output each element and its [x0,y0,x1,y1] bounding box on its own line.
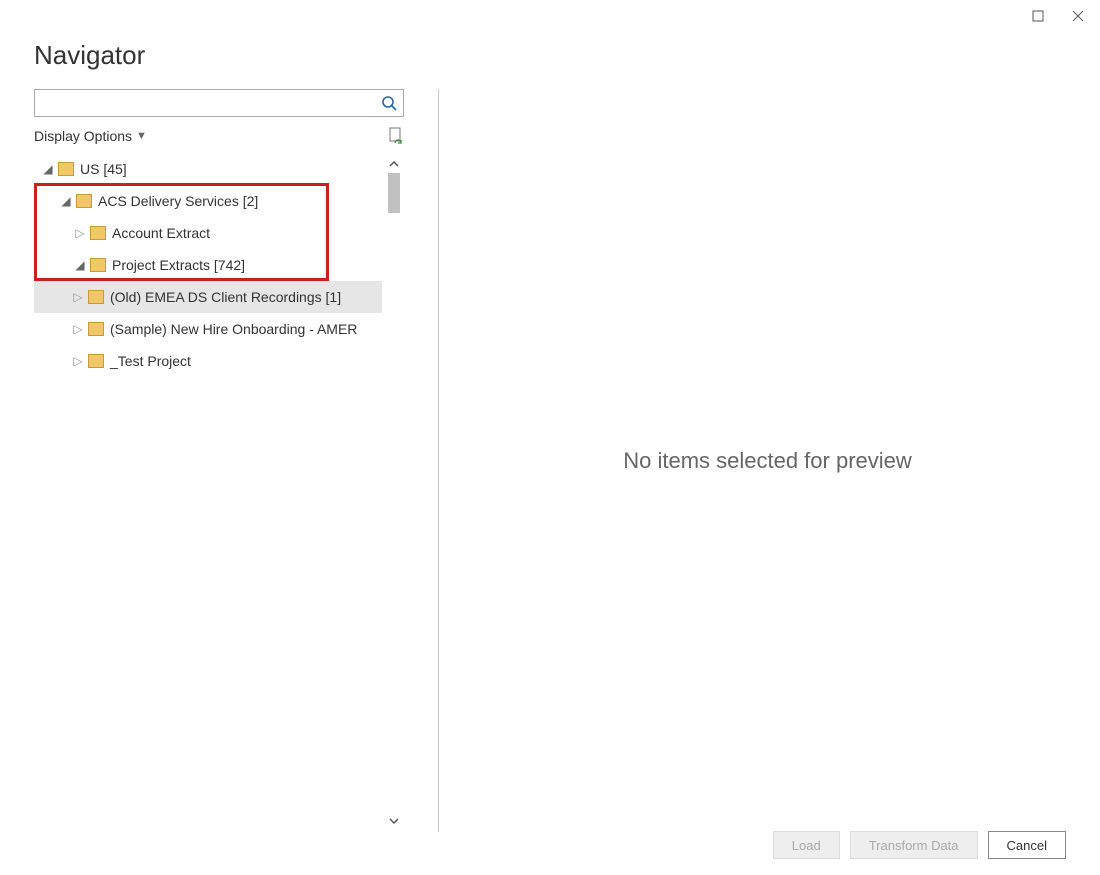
tree-item-acs-delivery[interactable]: ◢ ACS Delivery Services [2] [34,185,382,217]
expand-toggle-icon[interactable]: ◢ [74,258,86,272]
folder-icon [88,322,104,336]
pane-divider [438,89,439,832]
page-title: Navigator [34,40,1066,71]
search-icon[interactable] [381,95,397,111]
load-button: Load [773,831,840,859]
tree-item-label: _Test Project [110,353,191,369]
display-options-dropdown[interactable]: Display Options ▼ [34,128,147,144]
scroll-track[interactable] [386,173,402,812]
tree-item-label: (Old) EMEA DS Client Recordings [1] [110,289,341,305]
folder-icon [90,258,106,272]
transform-data-button: Transform Data [850,831,978,859]
search-box[interactable] [34,89,404,117]
folder-icon [58,162,74,176]
display-options-label: Display Options [34,128,132,144]
footer: Load Transform Data Cancel [0,815,1100,875]
tree-item-label: ACS Delivery Services [2] [98,193,258,209]
tree-item-project-extracts[interactable]: ◢ Project Extracts [742] [34,249,382,281]
expand-toggle-icon[interactable]: ▷ [74,226,86,240]
expand-toggle-icon[interactable]: ◢ [60,194,72,208]
tree-item-account-extract[interactable]: ▷ Account Extract [34,217,382,249]
scroll-thumb[interactable] [388,173,400,213]
tree-item-us[interactable]: ◢ US [45] [34,153,382,185]
folder-icon [88,354,104,368]
left-pane: Display Options ▼ ◢ US [45] [34,89,422,832]
maximize-button[interactable] [1024,2,1052,30]
close-button[interactable] [1064,2,1092,30]
tree-scrollbar[interactable] [384,153,404,832]
titlebar [0,0,1100,32]
transform-button-label: Transform Data [869,838,959,853]
navigator-window: Navigator Display Options ▼ [0,0,1100,875]
tree-item-label: (Sample) New Hire Onboarding - AMER [110,321,357,337]
folder-icon [90,226,106,240]
expand-toggle-icon[interactable]: ▷ [72,354,84,368]
tree-item-label: Project Extracts [742] [112,257,245,273]
cancel-button-label: Cancel [1007,838,1047,853]
folder-icon [76,194,92,208]
tree-item-label: Account Extract [112,225,210,241]
expand-toggle-icon[interactable]: ▷ [72,290,84,304]
expand-toggle-icon[interactable]: ▷ [72,322,84,336]
scroll-up-icon[interactable] [385,155,403,173]
expand-toggle-icon[interactable]: ◢ [42,162,54,176]
tree-item-label: US [45] [80,161,127,177]
search-input[interactable] [35,90,381,116]
cancel-button[interactable]: Cancel [988,831,1066,859]
preview-pane: No items selected for preview [455,89,1080,832]
tree-item-test-project[interactable]: ▷ _Test Project [34,345,382,377]
tree-item-sample-onboarding[interactable]: ▷ (Sample) New Hire Onboarding - AMER [34,313,382,345]
folder-icon [88,290,104,304]
load-button-label: Load [792,838,821,853]
refresh-icon[interactable] [388,127,404,145]
tree-view[interactable]: ◢ US [45] ◢ ACS Delivery Services [2] ▷ [34,153,382,832]
chevron-down-icon: ▼ [136,130,147,142]
preview-empty-message: No items selected for preview [623,448,912,474]
tree-item-old-emea[interactable]: ▷ (Old) EMEA DS Client Recordings [1] [34,281,382,313]
